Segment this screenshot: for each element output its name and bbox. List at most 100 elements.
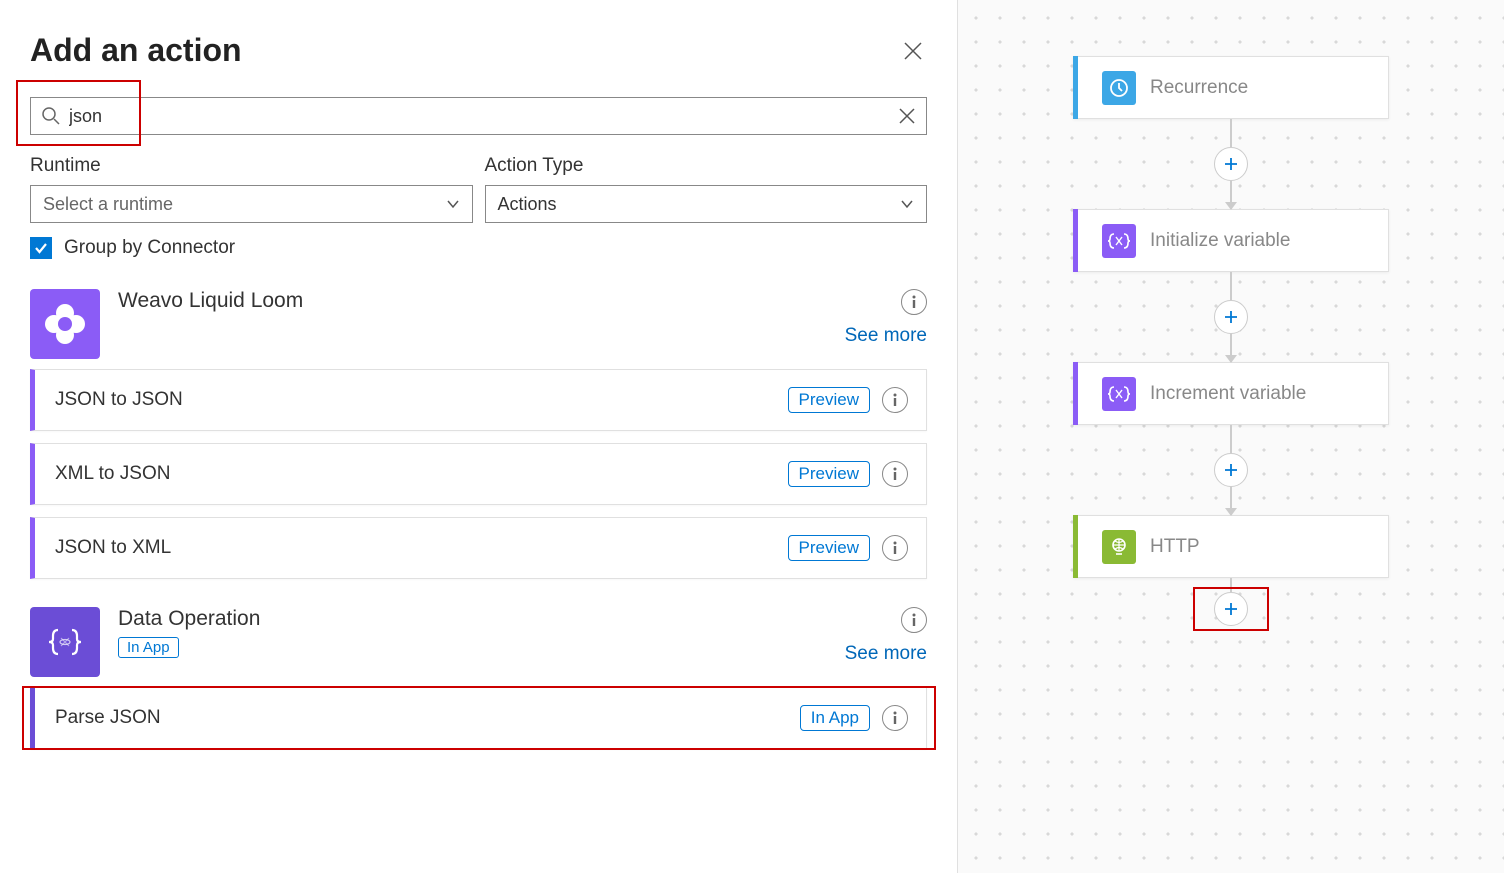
plus-icon — [1223, 156, 1239, 172]
connector-line — [1230, 578, 1232, 592]
node-initialize-variable[interactable]: Initialize variable — [1073, 209, 1389, 272]
action-json-to-json[interactable]: JSON to JSON Preview — [30, 369, 927, 431]
add-action-button[interactable] — [1214, 147, 1248, 181]
clear-search-button[interactable] — [898, 107, 916, 125]
action-right: Preview — [788, 535, 908, 561]
action-parse-json[interactable]: Parse JSON In App — [30, 687, 927, 749]
info-button[interactable] — [901, 607, 927, 633]
chevron-down-icon — [900, 197, 914, 211]
info-button[interactable] — [901, 289, 927, 315]
plus-icon — [1223, 309, 1239, 325]
parse-json-wrap: Parse JSON In App — [30, 687, 927, 749]
info-icon — [912, 613, 916, 627]
panel-title: Add an action — [30, 32, 242, 69]
close-button[interactable] — [899, 37, 927, 65]
action-name: JSON to XML — [55, 537, 171, 559]
connector-meta: Data Operation In App — [118, 607, 845, 658]
search-box[interactable] — [30, 97, 927, 135]
connector-side: See more — [845, 607, 927, 665]
info-icon — [893, 467, 897, 481]
search-wrap — [30, 97, 927, 135]
braces-x-icon — [1107, 384, 1131, 404]
actiontype-label: Action Type — [485, 155, 928, 177]
action-right: In App — [800, 705, 908, 731]
close-icon — [898, 107, 916, 125]
chevron-down-icon — [446, 197, 460, 211]
actiontype-select[interactable]: Actions — [485, 185, 928, 223]
code-braces-icon — [43, 620, 87, 664]
add-action-button[interactable] — [1214, 300, 1248, 334]
node-label: Increment variable — [1150, 383, 1306, 405]
connector-weavo: Weavo Liquid Loom See more JSON to JSON … — [30, 289, 927, 579]
connector-name: Data Operation — [118, 607, 845, 631]
node-increment-variable[interactable]: Increment variable — [1073, 362, 1389, 425]
filter-row: Runtime Select a runtime Action Type Act… — [30, 155, 927, 223]
recurrence-icon — [1102, 71, 1136, 105]
swirl-icon — [41, 300, 89, 348]
node-label: Recurrence — [1150, 77, 1248, 99]
node-label: Initialize variable — [1150, 230, 1290, 252]
runtime-filter: Runtime Select a runtime — [30, 155, 473, 223]
node-accent — [1073, 515, 1078, 578]
preview-badge: Preview — [788, 461, 870, 487]
close-icon — [902, 40, 924, 62]
connector-line — [1230, 119, 1232, 147]
http-icon — [1102, 530, 1136, 564]
search-input[interactable] — [61, 106, 898, 127]
connector-name: Weavo Liquid Loom — [118, 289, 845, 313]
preview-badge: Preview — [788, 387, 870, 413]
action-name: Parse JSON — [55, 707, 161, 729]
action-right: Preview — [788, 387, 908, 413]
variable-icon — [1102, 224, 1136, 258]
connector-line — [1230, 425, 1232, 453]
checkmark-icon — [33, 240, 49, 256]
globe-icon — [1108, 536, 1130, 558]
connector-header: Data Operation In App See more — [30, 607, 927, 677]
node-recurrence[interactable]: Recurrence — [1073, 56, 1389, 119]
braces-x-icon — [1107, 231, 1131, 251]
node-accent — [1073, 362, 1078, 425]
node-http[interactable]: HTTP — [1073, 515, 1389, 578]
runtime-select[interactable]: Select a runtime — [30, 185, 473, 223]
connector-meta: Weavo Liquid Loom — [118, 289, 845, 313]
action-xml-to-json[interactable]: XML to JSON Preview — [30, 443, 927, 505]
info-button[interactable] — [882, 387, 908, 413]
see-more-link[interactable]: See more — [845, 325, 927, 347]
group-by-label: Group by Connector — [64, 237, 235, 259]
runtime-placeholder: Select a runtime — [43, 194, 173, 215]
add-action-button[interactable] — [1214, 453, 1248, 487]
info-icon — [893, 711, 897, 725]
group-by-checkbox[interactable] — [30, 237, 52, 259]
variable-icon — [1102, 377, 1136, 411]
data-operation-connector-icon — [30, 607, 100, 677]
panel-header: Add an action — [30, 32, 927, 69]
action-name: XML to JSON — [55, 463, 170, 485]
see-more-link[interactable]: See more — [845, 643, 927, 665]
info-icon — [912, 295, 916, 309]
connector-data-operation: Data Operation In App See more Parse JSO… — [30, 607, 927, 749]
action-right: Preview — [788, 461, 908, 487]
connector-header: Weavo Liquid Loom See more — [30, 289, 927, 359]
connector-arrow — [1230, 181, 1232, 209]
group-by-row: Group by Connector — [30, 237, 927, 259]
add-action-panel: Add an action Runtime Select a runtime A… — [0, 0, 958, 873]
action-json-to-xml[interactable]: JSON to XML Preview — [30, 517, 927, 579]
actiontype-filter: Action Type Actions — [485, 155, 928, 223]
add-action-button[interactable] — [1214, 592, 1248, 626]
search-icon — [41, 106, 61, 126]
runtime-label: Runtime — [30, 155, 473, 177]
info-button[interactable] — [882, 705, 908, 731]
info-button[interactable] — [882, 535, 908, 561]
workflow-canvas[interactable]: Recurrence Initialize variable Increment… — [958, 0, 1504, 873]
info-button[interactable] — [882, 461, 908, 487]
action-name: JSON to JSON — [55, 389, 183, 411]
preview-badge: Preview — [788, 535, 870, 561]
weavo-connector-icon — [30, 289, 100, 359]
node-label: HTTP — [1150, 536, 1200, 558]
actiontype-value: Actions — [498, 194, 557, 215]
clock-icon — [1108, 77, 1130, 99]
info-icon — [893, 541, 897, 555]
connector-arrow — [1230, 487, 1232, 515]
plus-icon — [1223, 462, 1239, 478]
node-accent — [1073, 56, 1078, 119]
